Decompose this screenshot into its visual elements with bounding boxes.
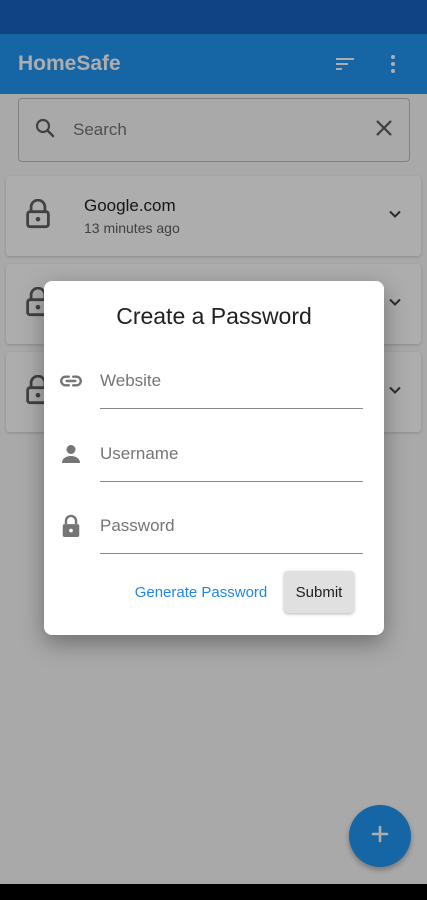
website-field-row <box>58 353 363 409</box>
link-icon <box>58 368 84 394</box>
dialog-actions: Generate Password Submit <box>44 571 384 613</box>
person-icon <box>58 441 84 467</box>
username-input[interactable] <box>100 426 363 482</box>
lock-icon <box>58 513 84 539</box>
username-field-row <box>58 426 363 482</box>
generate-password-button[interactable]: Generate Password <box>126 571 276 613</box>
website-input[interactable] <box>100 353 363 409</box>
create-password-dialog: Create a Password Generate Password Subm… <box>44 281 384 635</box>
dialog-title: Create a Password <box>116 303 312 329</box>
password-input[interactable] <box>100 498 363 554</box>
password-field-row <box>58 498 363 554</box>
submit-button[interactable]: Submit <box>284 571 354 613</box>
